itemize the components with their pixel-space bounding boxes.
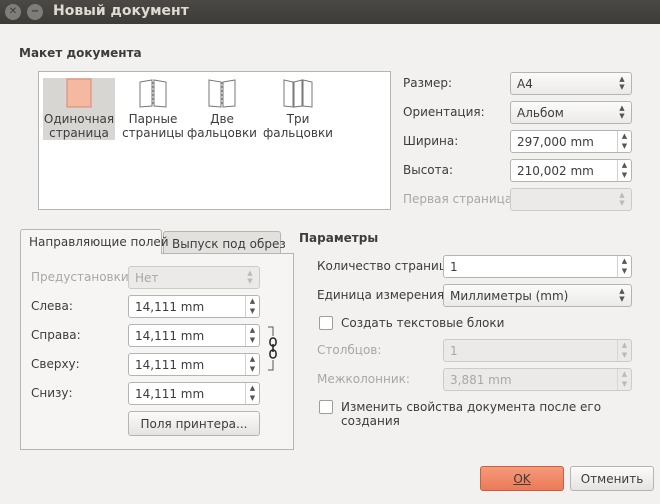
- unit-label: Единица измерения:: [317, 288, 449, 302]
- layout-options-list: Одиночная страница Парные страницы Две ф…: [38, 71, 391, 210]
- gap-field: 3,881 mm ▲ ▼: [443, 368, 632, 391]
- first-page-label: Первая страница:: [403, 192, 517, 206]
- layout-option-label: страницы: [122, 126, 184, 140]
- height-field[interactable]: 210,002 mm ▲ ▼: [510, 159, 632, 182]
- three-fold-icon: [283, 79, 313, 108]
- close-icon[interactable]: ✕: [5, 4, 21, 20]
- columns-label: Столбцов:: [317, 343, 382, 357]
- height-value: 210,002 mm: [517, 164, 594, 178]
- layout-option-label: Две: [210, 112, 234, 126]
- updown-arrows-icon: ▲ ▼: [619, 104, 625, 120]
- spinner-arrows-icon: ▲ ▼: [617, 369, 631, 390]
- updown-arrows-icon: ▲ ▼: [619, 191, 625, 207]
- layout-option-label: Одиночная: [43, 112, 115, 126]
- presets-select: Нет ▲ ▼: [128, 266, 260, 289]
- spinner-arrows-icon[interactable]: ▲ ▼: [245, 383, 259, 404]
- orientation-label: Ориентация:: [403, 105, 485, 119]
- width-value: 297,000 mm: [517, 135, 594, 149]
- bottom-margin-field[interactable]: 14,111 mm ▲ ▼: [128, 382, 260, 405]
- layout-option-label: фальцовки: [187, 126, 257, 140]
- gap-value: 3,881 mm: [450, 373, 512, 387]
- window-title: Новый документ: [53, 3, 189, 19]
- size-label: Размер:: [403, 76, 453, 90]
- tab-margin-guides[interactable]: Направляющие полей: [20, 229, 169, 254]
- layout-option-two-fold[interactable]: Две фальцовки: [187, 78, 257, 140]
- spinner-arrows-icon[interactable]: ▲ ▼: [617, 131, 631, 152]
- layout-section-title: Макет документа: [19, 46, 142, 60]
- unit-value: Миллиметры (mm): [450, 289, 569, 303]
- left-margin-label: Слева:: [31, 299, 73, 313]
- bottom-margin-label: Снизу:: [31, 386, 73, 400]
- cancel-button[interactable]: Отменить: [570, 466, 654, 491]
- presets-value: Нет: [135, 271, 159, 285]
- orientation-value: Альбом: [517, 106, 564, 120]
- top-margin-value: 14,111 mm: [135, 358, 205, 372]
- facing-pages-icon: [139, 79, 167, 108]
- right-margin-field[interactable]: 14,111 mm ▲ ▼: [128, 324, 260, 347]
- ok-button[interactable]: OK: [480, 466, 564, 491]
- title-bar: ✕ − Новый документ: [0, 0, 660, 24]
- unit-select[interactable]: Миллиметры (mm) ▲ ▼: [443, 284, 632, 307]
- change-props-checkbox[interactable]: [319, 400, 333, 414]
- single-page-icon: [66, 78, 92, 108]
- layout-option-facing[interactable]: Парные страницы: [121, 78, 185, 140]
- layout-option-single[interactable]: Одиночная страница: [43, 78, 115, 140]
- bottom-margin-value: 14,111 mm: [135, 387, 205, 401]
- orientation-select[interactable]: Альбом ▲ ▼: [510, 101, 632, 124]
- page-count-value: 1: [450, 260, 458, 274]
- gap-label: Межколонник:: [317, 372, 410, 386]
- change-props-label[interactable]: Изменить свойства документа после его со…: [341, 400, 660, 428]
- width-field[interactable]: 297,000 mm ▲ ▼: [510, 130, 632, 153]
- page-count-label: Количество страниц:: [317, 259, 452, 273]
- spinner-arrows-icon[interactable]: ▲ ▼: [617, 256, 631, 277]
- layout-option-label: Три: [286, 112, 310, 126]
- chain-link-icon[interactable]: [266, 326, 280, 372]
- updown-arrows-icon: ▲ ▼: [619, 75, 625, 91]
- printer-margins-button[interactable]: Поля принтера...: [128, 411, 260, 436]
- columns-value: 1: [450, 344, 458, 358]
- text-frames-label[interactable]: Создать текстовые блоки: [341, 316, 504, 330]
- top-margin-label: Сверху:: [31, 357, 80, 371]
- page-count-field[interactable]: 1 ▲ ▼: [443, 255, 632, 278]
- size-select[interactable]: A4 ▲ ▼: [510, 72, 632, 95]
- spinner-arrows-icon[interactable]: ▲ ▼: [617, 160, 631, 181]
- text-frames-checkbox[interactable]: [319, 316, 333, 330]
- height-label: Высота:: [403, 163, 454, 177]
- left-margin-value: 14,111 mm: [135, 300, 205, 314]
- spinner-arrows-icon[interactable]: ▲ ▼: [245, 354, 259, 375]
- width-label: Ширина:: [403, 134, 459, 148]
- layout-option-label: Парные: [128, 112, 178, 126]
- spinner-arrows-icon[interactable]: ▲ ▼: [245, 325, 259, 346]
- updown-arrows-icon: ▲ ▼: [619, 287, 625, 303]
- right-margin-label: Справа:: [31, 328, 81, 342]
- two-fold-icon: [208, 79, 236, 108]
- layout-option-label: страница: [49, 126, 109, 140]
- presets-label: Предустановки:: [31, 270, 133, 284]
- spinner-arrows-icon: ▲ ▼: [617, 340, 631, 361]
- top-margin-field[interactable]: 14,111 mm ▲ ▼: [128, 353, 260, 376]
- left-margin-field[interactable]: 14,111 mm ▲ ▼: [128, 295, 260, 318]
- spinner-arrows-icon[interactable]: ▲ ▼: [245, 296, 259, 317]
- minimize-icon[interactable]: −: [27, 4, 43, 20]
- size-value: A4: [517, 77, 533, 91]
- layout-option-label: фальцовки: [263, 126, 333, 140]
- right-margin-value: 14,111 mm: [135, 329, 205, 343]
- ok-label: OK: [513, 472, 531, 486]
- layout-option-three-fold[interactable]: Три фальцовки: [263, 78, 333, 140]
- updown-arrows-icon: ▲ ▼: [247, 269, 253, 285]
- first-page-select: ▲ ▼: [510, 188, 632, 211]
- params-section-title: Параметры: [299, 231, 379, 245]
- columns-field: 1 ▲ ▼: [443, 339, 632, 362]
